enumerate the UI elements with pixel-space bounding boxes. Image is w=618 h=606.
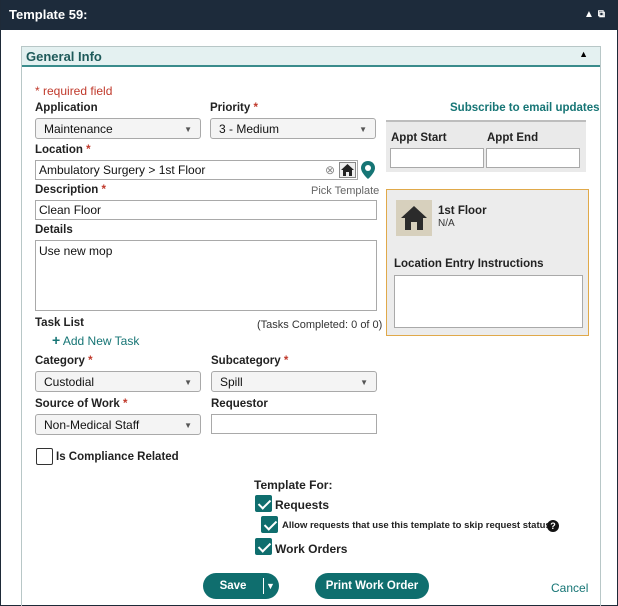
tasks-completed: (Tasks Completed: 0 of 0)	[257, 319, 383, 331]
subcategory-select[interactable]: Spill ▼	[211, 371, 377, 392]
location-sub: N/A	[438, 218, 455, 229]
details-textarea[interactable]: Use new mop	[35, 240, 377, 311]
location-instructions-textarea[interactable]	[394, 275, 583, 328]
category-label: Category *	[35, 355, 93, 367]
print-work-order-button[interactable]: Print Work Order	[315, 573, 429, 599]
window-titlebar: Template 59: ▲⧉	[1, 0, 617, 30]
skip-status-label: Allow requests that use this template to…	[282, 520, 554, 531]
save-button[interactable]: Save ▼	[203, 573, 279, 599]
popout-icon[interactable]: ⧉	[598, 9, 609, 20]
application-label: Application	[35, 102, 98, 114]
dropdown-arrow-icon[interactable]: ▼	[266, 573, 275, 599]
map-pin-icon[interactable]	[361, 161, 375, 182]
clear-icon[interactable]: ⊗	[325, 163, 335, 177]
template-for-label: Template For:	[254, 478, 333, 492]
requestor-input[interactable]	[211, 414, 377, 434]
compliance-label: Is Compliance Related	[56, 451, 179, 463]
location-instructions-label: Location Entry Instructions	[394, 258, 544, 270]
pick-template-link[interactable]: Pick Template	[311, 185, 379, 197]
appt-end-input[interactable]	[486, 148, 580, 168]
dropdown-arrow-icon: ▼	[184, 378, 192, 387]
location-label: Location *	[35, 144, 91, 156]
collapse-icon[interactable]: ▲	[579, 49, 588, 59]
plus-icon: +	[52, 332, 61, 348]
work-orders-label: Work Orders	[275, 542, 348, 556]
description-label: Description *	[35, 184, 106, 196]
source-of-work-select[interactable]: Non-Medical Staff ▼	[35, 414, 201, 435]
panel-title: General Info	[26, 49, 102, 64]
location-info-box: 1st Floor N/A Location Entry Instruction…	[386, 189, 589, 336]
required-note: * required field	[35, 84, 113, 98]
dropdown-arrow-icon: ▼	[184, 125, 192, 134]
description-input[interactable]: Clean Floor	[35, 200, 377, 220]
application-select[interactable]: Maintenance ▼	[35, 118, 201, 139]
window-title: Template 59:	[9, 7, 88, 22]
requestor-label: Requestor	[211, 398, 268, 410]
source-of-work-label: Source of Work *	[35, 398, 128, 410]
dropdown-arrow-icon: ▼	[359, 125, 367, 134]
skip-status-checkbox[interactable]	[261, 516, 278, 533]
compliance-checkbox[interactable]	[36, 448, 53, 465]
requests-checkbox[interactable]	[255, 495, 272, 512]
priority-label: Priority *	[210, 102, 258, 114]
cancel-link[interactable]: Cancel	[551, 581, 588, 595]
subcategory-label: Subcategory *	[211, 355, 289, 367]
dropdown-arrow-icon: ▼	[184, 421, 192, 430]
building-icon	[396, 200, 432, 236]
add-new-task-link[interactable]: + Add New Task	[52, 332, 139, 348]
location-input[interactable]: Ambulatory Surgery > 1st Floor ⊗	[35, 160, 358, 180]
priority-select[interactable]: 3 - Medium ▼	[210, 118, 376, 139]
appt-end-label: Appt End	[487, 132, 539, 144]
location-name: 1st Floor	[438, 205, 487, 217]
collapse-window-icon[interactable]: ▲	[584, 9, 598, 20]
template-window: Template 59: ▲⧉ General Info ▲ * require…	[0, 0, 618, 606]
home-icon[interactable]	[339, 162, 356, 178]
subscribe-link[interactable]: Subscribe to email updates	[450, 102, 600, 114]
appt-start-input[interactable]	[390, 148, 484, 168]
appt-box: Appt Start Appt End	[386, 120, 586, 172]
panel-header[interactable]: General Info ▲	[22, 47, 600, 67]
appt-start-label: Appt Start	[391, 132, 447, 144]
category-select[interactable]: Custodial ▼	[35, 371, 201, 392]
work-orders-checkbox[interactable]	[255, 538, 272, 555]
task-list-label: Task List	[35, 317, 84, 329]
dropdown-arrow-icon: ▼	[360, 378, 368, 387]
requests-label: Requests	[275, 498, 330, 512]
details-label: Details	[35, 224, 73, 236]
help-icon[interactable]: ?	[547, 520, 559, 532]
